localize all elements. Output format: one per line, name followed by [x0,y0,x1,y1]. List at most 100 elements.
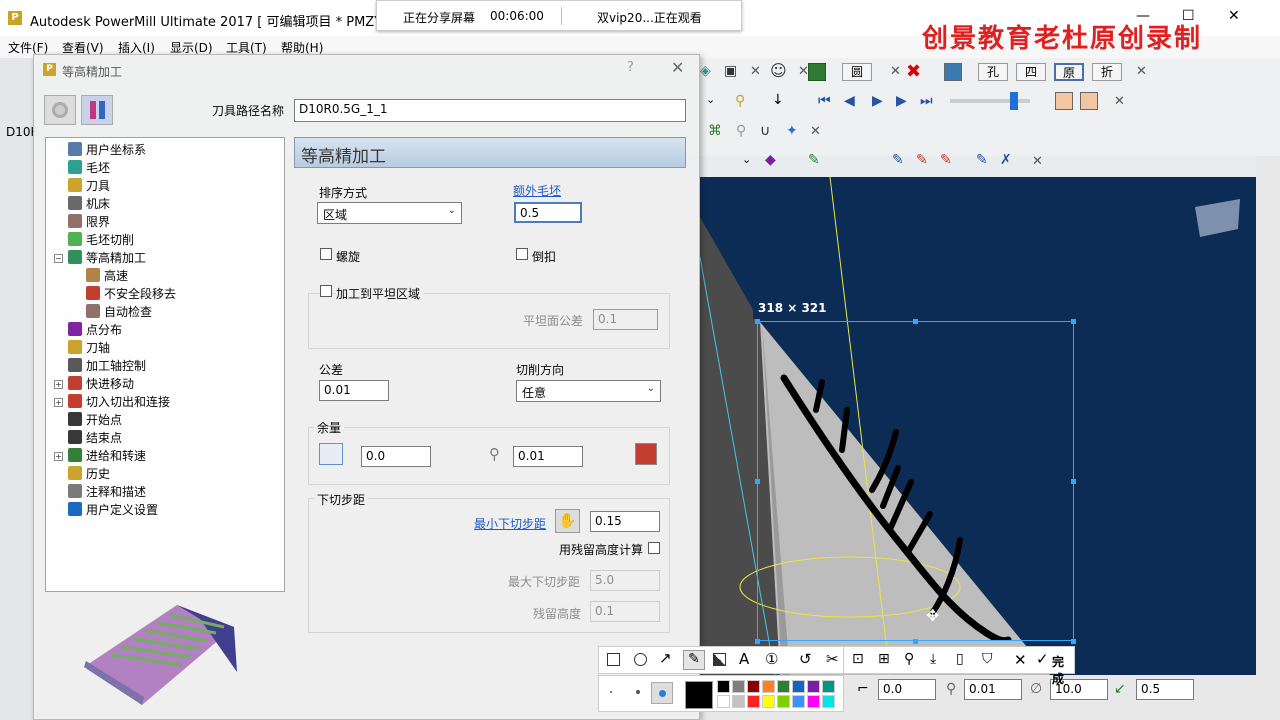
color-swatch[interactable] [732,695,745,708]
prev-icon[interactable]: ◀ [844,93,862,111]
color-swatch[interactable] [807,695,820,708]
resize-handle[interactable] [913,319,918,324]
download-icon[interactable]: ⤓ [930,651,936,667]
edit-icon[interactable]: ✎ [892,152,910,170]
axial-allowance-input[interactable]: 0.01 [513,446,583,467]
toolbar-button-circle[interactable]: 圆 [842,63,872,81]
radial-allowance-input[interactable]: 0.0 [361,446,431,467]
color-swatch[interactable] [732,680,745,693]
tree-item-tool-axis[interactable]: 刀轴 [68,339,110,357]
close-window-icon[interactable]: ✕ [1228,8,1240,24]
scissors-icon[interactable]: ✂ [826,650,839,668]
tree-item-auto-check[interactable]: 自动检查 [86,303,152,321]
arrow-tool-icon[interactable]: ↗ [659,649,672,667]
bottom-field-2[interactable]: 0.01 [964,679,1022,700]
tree-item-history[interactable]: 历史 [68,465,110,483]
check-icon[interactable]: ✦ [786,123,804,141]
tree-item-axis-control[interactable]: 加工轴控制 [68,357,146,375]
medium-dot-icon[interactable] [636,690,640,694]
settings-tree[interactable]: 用户坐标系 毛坯 刀具 机床 限界 毛坯切削 − 等高精加工 高速 不安全段移去… [45,137,285,592]
delete-icon[interactable]: ✖ [906,63,924,81]
color-swatch[interactable] [777,680,790,693]
pen-icon[interactable]: ✎ [976,152,994,170]
resize-handle[interactable] [755,639,760,644]
toolpath-type-icon[interactable] [81,95,113,125]
tree-item-notes[interactable]: 注释和描述 [68,483,146,501]
speed-slider[interactable] [950,99,1030,103]
tree-item-tool[interactable]: 刀具 [68,177,110,195]
extra-stock-link[interactable]: 额外毛坯 [513,182,561,199]
expand-icon[interactable]: + [54,380,63,389]
color-swatch[interactable] [822,680,835,693]
scan-icon[interactable]: ⊞ [878,651,890,667]
layers-icon[interactable]: ◆ [765,152,783,170]
spiral-checkbox[interactable] [320,248,332,260]
selected-color[interactable] [685,681,713,709]
expand-icon[interactable]: + [54,452,63,461]
first-icon[interactable]: ⏮ [818,93,836,111]
speed-slider-thumb[interactable] [1010,92,1018,110]
dialog-close-icon[interactable]: ✕ [671,58,684,77]
color-swatch[interactable] [792,680,805,693]
close-icon[interactable]: ✕ [750,64,761,79]
pin-to-screen-icon[interactable]: ⚲ [904,651,914,667]
toolbar-button-fold[interactable]: 折 [1092,63,1122,81]
resize-handle[interactable] [913,639,918,644]
pencil-tool-icon[interactable]: ✎ [808,152,826,170]
resize-handle[interactable] [755,319,760,324]
color-swatch[interactable] [762,680,775,693]
phone-icon[interactable]: ▯ [956,651,964,667]
tree-item-user-settings[interactable]: 用户定义设置 [68,501,158,519]
share-viewers[interactable]: 双vip20...正在观看 [597,9,702,26]
close-icon[interactable]: ✕ [810,124,821,139]
tree-item-start-point[interactable]: 开始点 [68,411,122,429]
color-swatch[interactable] [762,695,775,708]
color-swatch[interactable] [807,680,820,693]
last-icon[interactable]: ⏭ [920,93,938,111]
color-swatch[interactable] [747,695,760,708]
toolbar-button-hole[interactable]: 孔 [978,63,1008,81]
resize-handle[interactable] [1071,639,1076,644]
bottom-field-1[interactable]: 0.0 [878,679,936,700]
right-scroll-strip[interactable] [1256,156,1280,676]
bookmark-icon[interactable]: ⛉ [982,651,993,667]
resize-handle[interactable] [755,479,760,484]
close-icon[interactable]: ✕ [890,64,901,79]
toolbar-button-original[interactable]: 原 [1054,63,1084,81]
close-icon[interactable]: ✕ [1032,154,1043,169]
color-swatch[interactable] [747,680,760,693]
close-icon[interactable]: ✕ [1136,64,1147,79]
help-icon[interactable]: ? [627,60,634,75]
tree-item-ucs[interactable]: 用户坐标系 [68,141,146,159]
color-swatch[interactable] [717,695,730,708]
hand-icon[interactable]: ✋ [555,509,580,533]
expand-icon[interactable]: + [54,398,63,407]
tree-item-unsafe-removal[interactable]: 不安全段移去 [86,285,176,303]
component-allowance-icon[interactable] [635,443,657,465]
small-dot-icon[interactable] [610,691,612,693]
bulb-icon[interactable]: ⚲ [735,93,753,111]
dropdown-arrow-icon[interactable]: ⌄ [742,153,760,171]
color-swatch[interactable] [777,695,790,708]
color-swatch[interactable] [717,680,730,693]
tree-item-constant-z[interactable]: 等高精加工 [68,249,146,267]
toolpath-name-input[interactable]: D10R0.5G_1_1 [294,99,686,122]
resize-handle[interactable] [1071,479,1076,484]
tree-item-feeds-speeds[interactable]: 进给和转速 [68,447,146,465]
capture-selection[interactable]: ✥ [757,321,1074,641]
play-icon[interactable]: ▶ [872,93,890,111]
tiger-icon[interactable]: ☺ [770,61,788,80]
strategy-icon[interactable] [44,95,76,125]
tree-item-high-speed[interactable]: 高速 [86,267,128,285]
flat-tolerance-input[interactable]: 0.1 [593,309,658,330]
toolbar-button-four[interactable]: 四 [1016,63,1046,81]
mosaic-tool-icon[interactable] [713,653,726,666]
close-icon[interactable]: ✕ [1114,94,1125,109]
max-stepdown-input[interactable]: 5.0 [590,570,660,591]
tree-item-stock-cut[interactable]: 毛坯切削 [68,231,134,249]
next-icon[interactable]: ▶ [896,93,914,111]
cancel-capture-icon[interactable]: ✕ [1014,651,1027,669]
tree-item-machine[interactable]: 机床 [68,195,110,213]
number-tool-icon[interactable]: ① [765,650,778,668]
tree-item-point-distribution[interactable]: 点分布 [68,321,122,339]
